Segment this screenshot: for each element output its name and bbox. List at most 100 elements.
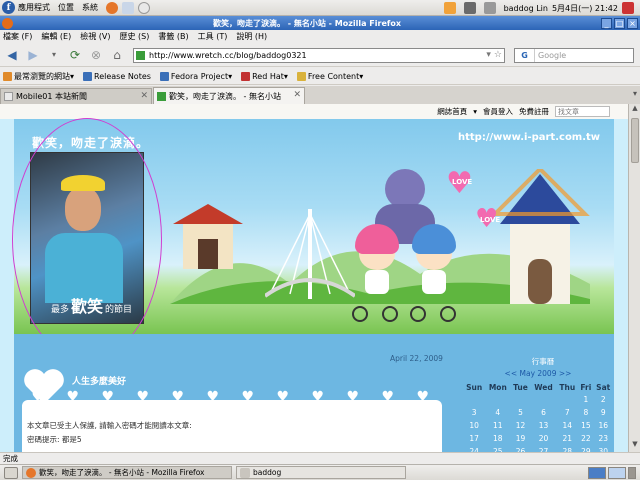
calendar-day[interactable]: 6 bbox=[531, 406, 557, 419]
firefox-window-icon bbox=[2, 17, 13, 29]
calendar-day[interactable]: 19 bbox=[510, 432, 530, 445]
menu-tools[interactable]: 工具 (T) bbox=[198, 31, 228, 42]
panel-clock[interactable]: 5月4日(一) 21:42 bbox=[552, 3, 618, 14]
tab-favicon-icon bbox=[157, 91, 166, 101]
tab-mobile01[interactable]: Mobile01 本站新聞 ✕ bbox=[0, 88, 152, 104]
calendar-day[interactable]: 1 bbox=[578, 393, 593, 406]
search-engine-icon[interactable]: G bbox=[515, 49, 535, 62]
scroll-up-icon[interactable]: ▲ bbox=[629, 104, 640, 116]
power-icon[interactable] bbox=[622, 2, 634, 14]
forward-arrow-icon[interactable]: ▶ bbox=[24, 46, 42, 64]
calendar-day[interactable]: 22 bbox=[578, 432, 593, 445]
calendar-day[interactable]: 8 bbox=[578, 406, 593, 419]
url-dropdown-icon[interactable]: ▾ bbox=[486, 50, 491, 60]
taskbar-firefox[interactable]: 歡笑，吻走了淚滴。 - 無名小站 - Mozilla Firefox bbox=[22, 466, 232, 479]
memorial-hall-illustration bbox=[490, 169, 590, 304]
network-status-icon[interactable] bbox=[463, 2, 476, 14]
page-scrollbar[interactable]: ▲ ▼ bbox=[628, 104, 640, 452]
maximize-button[interactable]: □ bbox=[614, 17, 625, 29]
panel-user[interactable]: baddog Lin bbox=[504, 4, 548, 13]
show-desktop-icon[interactable] bbox=[4, 466, 18, 479]
workspace-switcher[interactable] bbox=[588, 467, 636, 479]
calendar-day[interactable]: 7 bbox=[556, 406, 578, 419]
bookmark-release-notes[interactable]: Release Notes bbox=[83, 71, 151, 81]
calendar-day[interactable]: 3 bbox=[463, 406, 485, 419]
firefox-launcher-icon[interactable] bbox=[106, 1, 118, 14]
bookmark-most-visited[interactable]: 最常瀏覽的網站 ▾ bbox=[3, 71, 74, 82]
top-panel: f 應用程式 位置 系統 baddog Lin 5月4日(一) 21:42 bbox=[0, 0, 640, 16]
fedora-logo-icon[interactable]: f bbox=[2, 1, 15, 14]
bookmark-fedora-project[interactable]: Fedora Project ▾ bbox=[159, 71, 232, 81]
calendar-day[interactable]: 9 bbox=[593, 406, 613, 419]
panel-menu-applications[interactable]: 應用程式 bbox=[18, 2, 50, 13]
close-window-button[interactable]: × bbox=[627, 17, 638, 29]
menu-history[interactable]: 歷史 (S) bbox=[120, 31, 150, 42]
calendar-day[interactable]: 25 bbox=[485, 445, 510, 452]
trash-icon[interactable] bbox=[628, 467, 636, 479]
cartoon-girl-illustration bbox=[355, 224, 399, 304]
calendar-day[interactable]: 28 bbox=[556, 445, 578, 452]
calendar-day[interactable]: 12 bbox=[510, 419, 530, 432]
calendar-day[interactable]: 14 bbox=[556, 419, 578, 432]
calendar-day[interactable]: 11 bbox=[485, 419, 510, 432]
home-icon[interactable]: ⌂ bbox=[108, 46, 126, 64]
link-free-register[interactable]: 免費註冊 bbox=[519, 106, 549, 117]
calendar-day bbox=[556, 393, 578, 406]
reload-icon[interactable]: ⟳ bbox=[66, 46, 84, 64]
menu-bookmarks[interactable]: 書籤 (B) bbox=[158, 31, 188, 42]
calendar-day[interactable]: 24 bbox=[463, 445, 485, 452]
tab-wretch-blog[interactable]: 歡笑，吻走了淚滴。 - 無名小站 ✕ bbox=[153, 87, 305, 104]
calendar-day[interactable]: 18 bbox=[485, 432, 510, 445]
url-bar[interactable]: http://www.wretch.cc/blog/baddog0321 ▾ ☆ bbox=[133, 48, 505, 63]
calendar-day[interactable]: 21 bbox=[556, 432, 578, 445]
bookmark-folder-icon bbox=[296, 71, 306, 81]
scroll-down-icon[interactable]: ▼ bbox=[629, 440, 640, 452]
calendar-month-nav[interactable]: << May 2009 >> bbox=[463, 369, 613, 378]
workspace-2[interactable] bbox=[608, 467, 626, 479]
tab-list-icon[interactable]: ▾ bbox=[633, 89, 637, 98]
update-notifier-icon[interactable] bbox=[443, 2, 456, 14]
menu-edit[interactable]: 編輯 (E) bbox=[41, 31, 71, 42]
menu-view[interactable]: 檢視 (V) bbox=[80, 31, 110, 42]
scrollbar-thumb[interactable] bbox=[631, 118, 639, 163]
calendar-day[interactable]: 30 bbox=[593, 445, 613, 452]
minimize-button[interactable]: _ bbox=[601, 17, 612, 29]
calendar-day[interactable]: 2 bbox=[593, 393, 613, 406]
calendar-day[interactable]: 26 bbox=[510, 445, 530, 452]
bookmark-red-hat[interactable]: Red Hat ▾ bbox=[241, 71, 288, 81]
calendar-day[interactable]: 13 bbox=[531, 419, 557, 432]
calendar-day[interactable]: 23 bbox=[593, 432, 613, 445]
window-titlebar[interactable]: 歡笑，吻走了淚滴。 - 無名小站 - Mozilla Firefox _ □ × bbox=[0, 16, 640, 30]
history-dropdown-icon[interactable]: ▾ bbox=[45, 46, 63, 64]
link-blog-home[interactable]: 網誌首頁 bbox=[437, 106, 467, 117]
calendar-day[interactable]: 10 bbox=[463, 419, 485, 432]
tab-close-icon[interactable]: ✕ bbox=[293, 90, 301, 100]
search-bar[interactable]: G Google bbox=[514, 48, 634, 63]
post-title[interactable]: 人生多麼美好 bbox=[72, 374, 126, 387]
volume-icon[interactable] bbox=[483, 2, 496, 14]
menu-file[interactable]: 檔案 (F) bbox=[3, 31, 32, 42]
calendar-day[interactable]: 4 bbox=[485, 406, 510, 419]
calendar-day[interactable]: 17 bbox=[463, 432, 485, 445]
calendar-day[interactable]: 16 bbox=[593, 419, 613, 432]
panel-menu-places[interactable]: 位置 bbox=[58, 2, 74, 13]
article-search-input[interactable]: 找文章 bbox=[555, 106, 610, 117]
back-arrow-icon[interactable]: ◀ bbox=[3, 46, 21, 64]
bookmark-free-content[interactable]: Free Content ▾ bbox=[296, 71, 363, 81]
mail-launcher-icon[interactable] bbox=[122, 1, 134, 14]
calendar-day[interactable]: 5 bbox=[510, 406, 530, 419]
stop-icon[interactable]: ⊗ bbox=[87, 46, 105, 64]
bookmark-star-icon[interactable]: ☆ bbox=[494, 50, 502, 60]
tab-strip: Mobile01 本站新聞 ✕ 歡笑，吻走了淚滴。 - 無名小站 ✕ ▾ bbox=[0, 86, 640, 104]
link-member-login[interactable]: 會員登入 bbox=[483, 106, 513, 117]
calendar-day[interactable]: 20 bbox=[531, 432, 557, 445]
taskbar-baddog[interactable]: baddog bbox=[236, 466, 406, 479]
calendar-day[interactable]: 29 bbox=[578, 445, 593, 452]
calendar-day[interactable]: 15 bbox=[578, 419, 593, 432]
tab-close-icon[interactable]: ✕ bbox=[140, 91, 148, 101]
network-launcher-icon[interactable] bbox=[138, 1, 150, 14]
workspace-1[interactable] bbox=[588, 467, 606, 479]
menu-help[interactable]: 說明 (H) bbox=[236, 31, 267, 42]
panel-menu-system[interactable]: 系統 bbox=[82, 2, 98, 13]
calendar-day[interactable]: 27 bbox=[531, 445, 557, 452]
